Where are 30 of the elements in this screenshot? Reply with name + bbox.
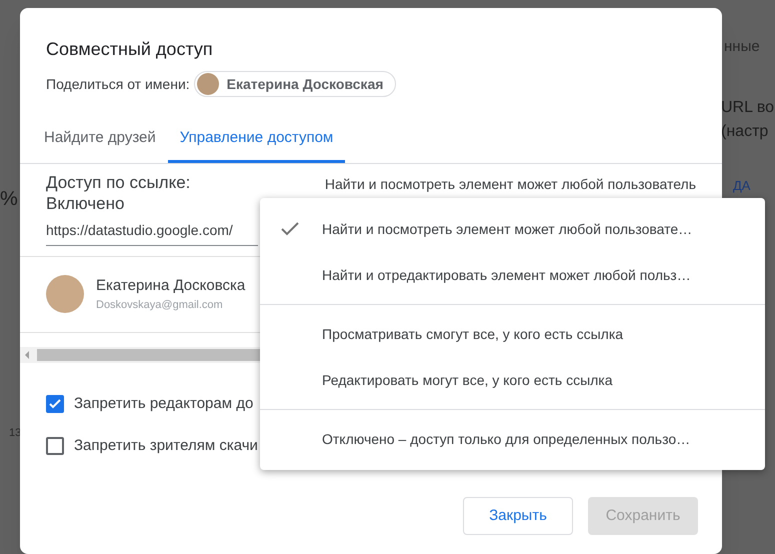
avatar-icon — [196, 73, 219, 95]
link-access-state: Включено — [46, 192, 126, 214]
account-chip[interactable]: Екатерина Досковская — [194, 71, 396, 97]
checkbox[interactable] — [46, 394, 64, 413]
checkbox[interactable] — [46, 437, 64, 456]
checkbox-label: Запретить редакторам до — [74, 394, 254, 414]
tab[interactable]: Найдите друзей — [32, 127, 168, 162]
link-access-label: Доступ по ссылке: — [46, 172, 190, 192]
checkbox-label: Запретить зрителям скачи — [74, 436, 258, 456]
background-text: URL во — [721, 98, 774, 118]
background-text: ДА — [733, 177, 750, 195]
menu-option[interactable]: Просматривать смогут все, у кого есть ссылка — [260, 311, 765, 357]
background-text: (настр — [721, 122, 768, 142]
url-field[interactable]: https://datastudio.google.com/ — [46, 220, 258, 246]
menu-option[interactable]: Отключено – доступ только для определенных пользо… — [260, 416, 765, 462]
menu-option[interactable]: Найти и посмотреть элемент может любой пользовате… — [260, 206, 765, 252]
scroll-thumb[interactable] — [37, 348, 260, 360]
menu-option[interactable]: Найти и отредактировать элемент может любой польз… — [260, 252, 765, 298]
dialog-title: Совместный доступ — [46, 38, 214, 61]
menu-option[interactable]: Редактировать могут все, у кого есть ссылка — [260, 357, 765, 403]
person-email: Doskovskaya@gmail.com — [96, 298, 224, 313]
scroll-left-icon[interactable] — [25, 350, 29, 358]
close-button[interactable]: Закрыть — [463, 497, 573, 535]
share-as-label: Поделиться от имени: — [46, 74, 190, 94]
background-text: % — [0, 187, 18, 212]
background-text: нные — [724, 37, 760, 57]
scrollbar[interactable] — [20, 346, 260, 362]
avatar-icon — [46, 275, 84, 313]
tab[interactable]: Управление доступом — [168, 127, 346, 162]
person-name: Екатерина Досковска — [96, 276, 246, 296]
